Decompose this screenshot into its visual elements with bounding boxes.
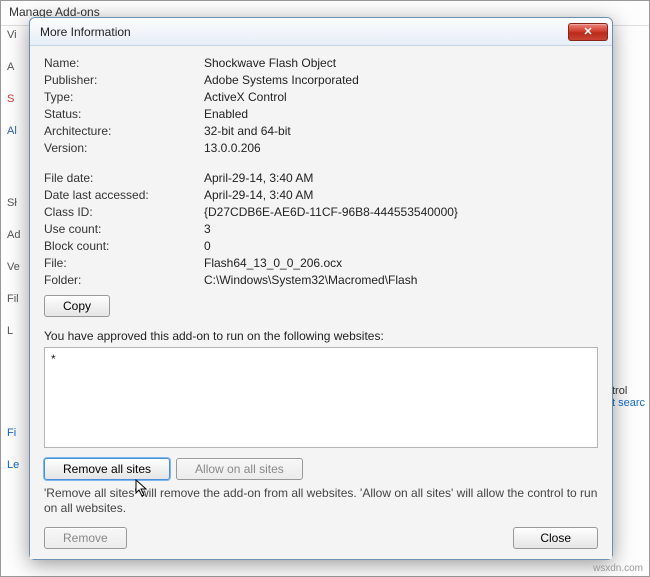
approved-sites-label: You have approved this add-on to run on … (44, 329, 598, 343)
info-grid: Name: Shockwave Flash Object Publisher: … (44, 56, 598, 287)
dialog-title: More Information (40, 25, 568, 39)
background-right-fragments: trol t searc (612, 301, 645, 409)
copy-button[interactable]: Copy (44, 295, 110, 317)
watermark: wsxdn.com (593, 563, 643, 574)
more-information-dialog: More Information ✕ Name: Shockwave Flash… (29, 17, 613, 560)
publisher-value: Adobe Systems Incorporated (204, 73, 598, 87)
folder-value: C:\Windows\System32\Macromed\Flash (204, 273, 598, 287)
classid-value: {D27CDB6E-AE6D-11CF-96B8-444553540000} (204, 205, 598, 219)
accessed-value: April-29-14, 3:40 AM (204, 188, 598, 202)
blockcount-label: Block count: (44, 239, 204, 253)
type-label: Type: (44, 90, 204, 104)
classid-label: Class ID: (44, 205, 204, 219)
file-label: File: (44, 256, 204, 270)
dialog-titlebar[interactable]: More Information ✕ (30, 18, 612, 46)
folder-label: Folder: (44, 273, 204, 287)
dialog-body: Name: Shockwave Flash Object Publisher: … (30, 46, 612, 559)
approved-sites-list[interactable]: * (44, 347, 598, 448)
remove-all-sites-button[interactable]: Remove all sites (44, 458, 170, 480)
version-label: Version: (44, 141, 204, 155)
allow-on-all-sites-button: Allow on all sites (176, 458, 303, 480)
manage-addons-window: Manage Add-ons Vi A S Al Sł Ad Ve Fil L … (0, 0, 650, 577)
arch-value: 32-bit and 64-bit (204, 124, 598, 138)
filedate-label: File date: (44, 171, 204, 185)
accessed-label: Date last accessed: (44, 188, 204, 202)
background-fragments: Vi A S Al Sł Ad Ve Fil L Fi Le (7, 29, 27, 568)
usecount-value: 3 (204, 222, 598, 236)
blockcount-value: 0 (204, 239, 598, 253)
type-value: ActiveX Control (204, 90, 598, 104)
sites-description: 'Remove all sites' will remove the add-o… (44, 486, 598, 517)
status-value: Enabled (204, 107, 598, 121)
arch-label: Architecture: (44, 124, 204, 138)
remove-button: Remove (44, 527, 127, 549)
file-value: Flash64_13_0_0_206.ocx (204, 256, 598, 270)
usecount-label: Use count: (44, 222, 204, 236)
filedate-value: April-29-14, 3:40 AM (204, 171, 598, 185)
name-label: Name: (44, 56, 204, 70)
name-value: Shockwave Flash Object (204, 56, 598, 70)
publisher-label: Publisher: (44, 73, 204, 87)
close-icon[interactable]: ✕ (568, 23, 608, 41)
version-value: 13.0.0.206 (204, 141, 598, 155)
close-button[interactable]: Close (513, 527, 598, 549)
site-entry[interactable]: * (51, 352, 591, 366)
status-label: Status: (44, 107, 204, 121)
